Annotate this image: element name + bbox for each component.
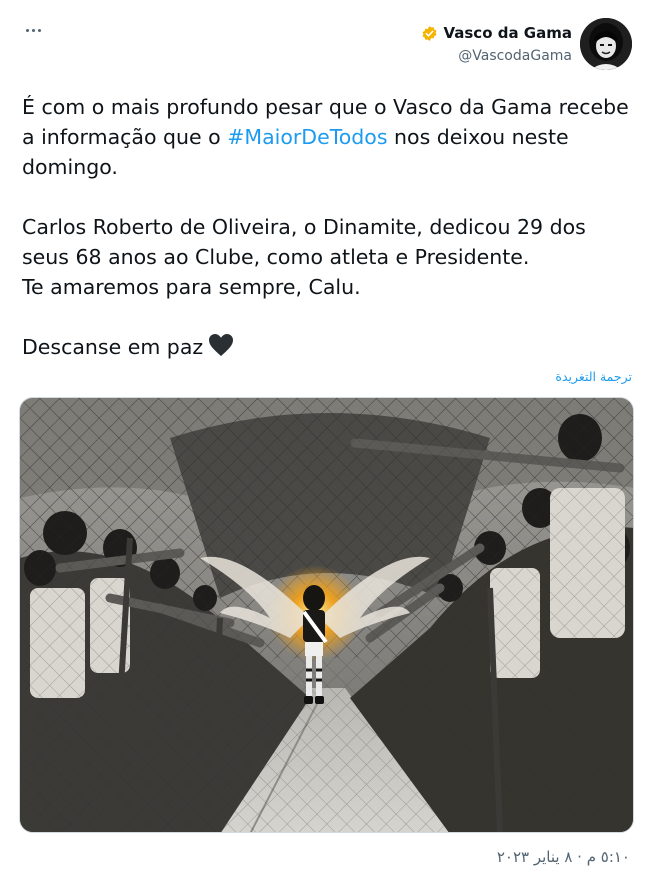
avatar[interactable]: [580, 18, 632, 70]
tweet-media-photo[interactable]: [19, 397, 634, 833]
translate-tweet-link[interactable]: ترجمة التغريدة: [555, 369, 632, 384]
tweet-text: É com o mais profundo pesar que o Vasco …: [22, 92, 637, 362]
avatar-portrait-image: [580, 18, 632, 70]
black-heart-icon: [209, 334, 234, 356]
author-handle[interactable]: @VascodaGama: [421, 48, 572, 64]
tweet-timestamp[interactable]: ٥:١٠ م · ٨ يناير ٢٠٢٣: [497, 848, 630, 866]
tweet-closing-text: Descanse em paz: [22, 335, 204, 359]
tweet-paragraph-3: Descanse em paz: [22, 332, 637, 362]
author-name[interactable]: Vasco da Gama: [443, 24, 572, 42]
author-info[interactable]: Vasco da Gama @VascodaGama: [421, 24, 572, 64]
tribute-photo-image: [20, 398, 633, 832]
more-horizontal-icon: [25, 28, 29, 32]
verified-badge-icon: [423, 25, 437, 41]
tweet-paragraph-1: É com o mais profundo pesar que o Vasco …: [22, 92, 637, 182]
tweet-paragraph-2: Carlos Roberto de Oliveira, o Dinamite, …: [22, 215, 586, 299]
more-options-button[interactable]: [18, 18, 48, 42]
hashtag-link[interactable]: #MaiorDeTodos: [227, 125, 387, 149]
